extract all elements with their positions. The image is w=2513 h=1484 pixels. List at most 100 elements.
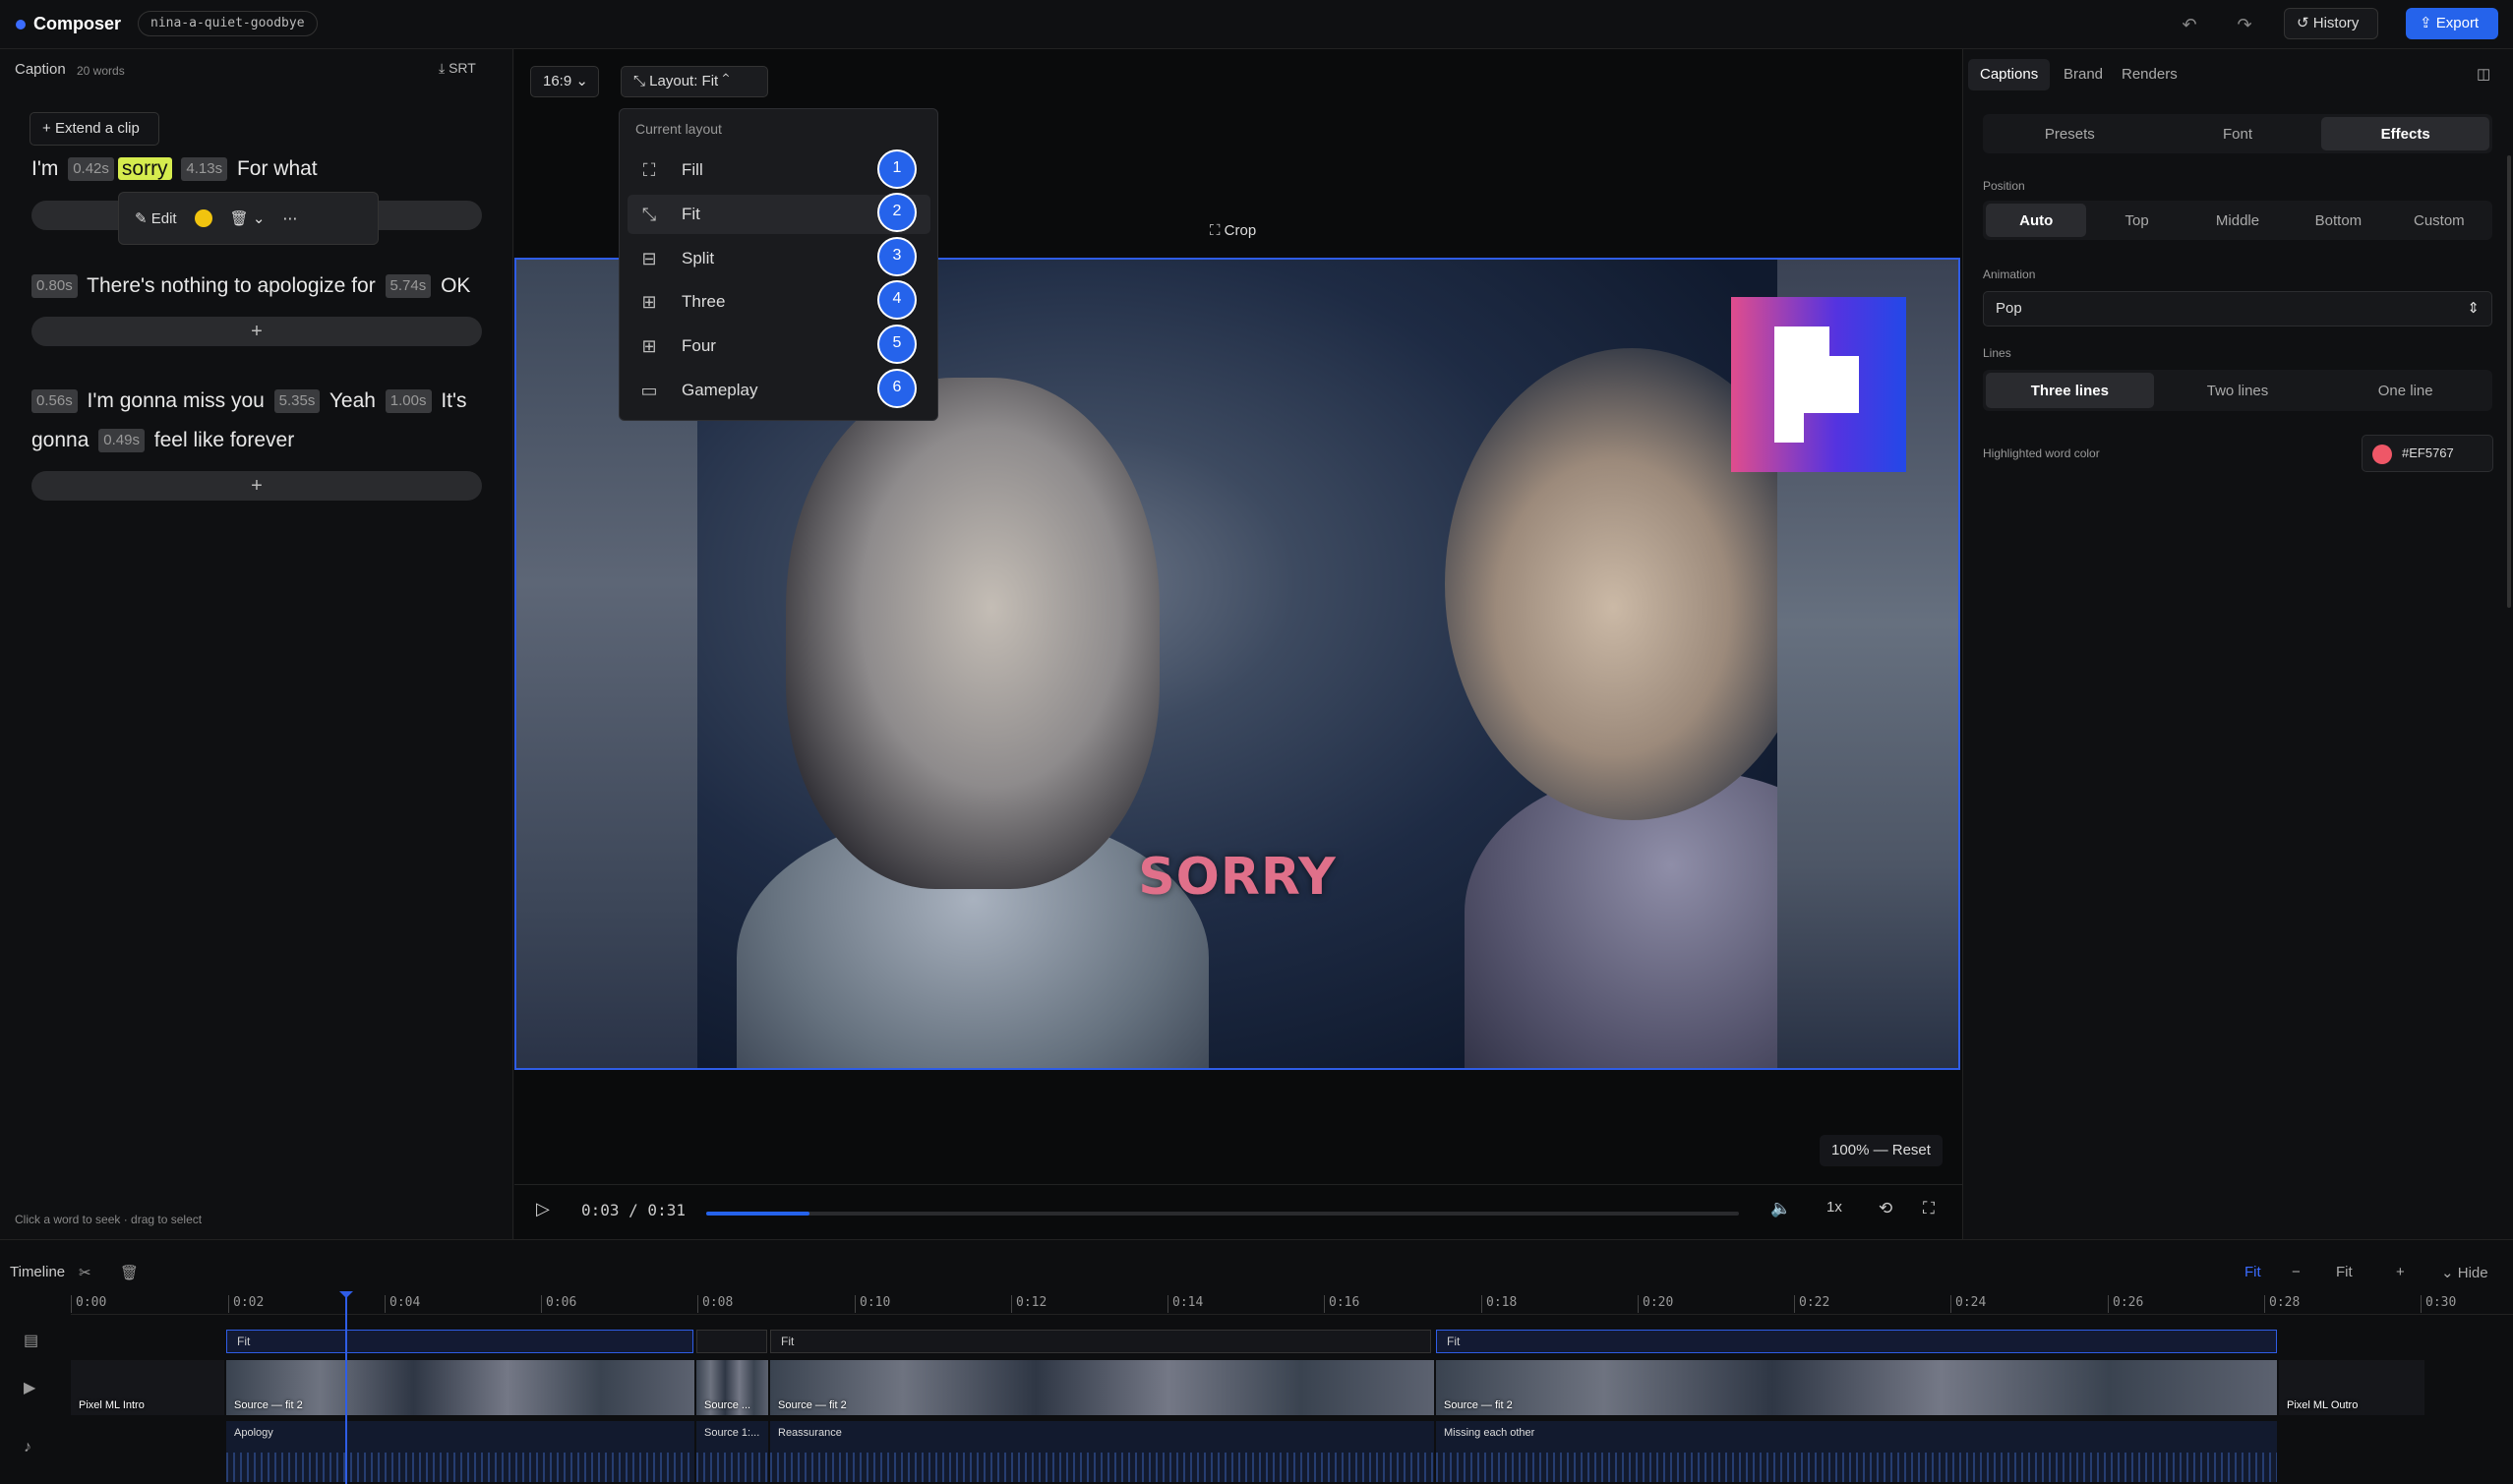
audio-label: Reassurance — [778, 1427, 842, 1439]
pause-chip[interactable]: 0.49s — [98, 429, 145, 453]
video-clip[interactable]: Pixel ML Intro — [71, 1360, 226, 1415]
video-clip[interactable]: Source — fit 2 — [770, 1360, 1436, 1415]
word-count: 20 words — [77, 64, 125, 78]
edit-label: Edit — [150, 210, 177, 227]
pause-chip[interactable]: 1.00s — [385, 389, 432, 414]
option-label: Fit — [682, 205, 700, 223]
tick: 0:24 — [1950, 1295, 1986, 1313]
panel-scrollbar[interactable] — [2507, 155, 2511, 608]
caption-word[interactable]: OK — [441, 274, 470, 297]
animation-value: Pop — [1996, 300, 2022, 317]
speed-button[interactable]: 1x — [1826, 1199, 1842, 1216]
zoom-reset-button[interactable]: 100% — Reset — [1820, 1135, 1943, 1166]
fit-zoom-button[interactable]: Fit — [2244, 1264, 2261, 1280]
waveform — [226, 1453, 694, 1482]
edit-button[interactable]: ✎ Edit — [135, 209, 177, 227]
layout-segment[interactable]: Fit — [226, 1330, 693, 1353]
position-middle[interactable]: Middle — [2187, 204, 2288, 237]
audio-clip[interactable]: Apology — [226, 1421, 696, 1482]
pause-chip[interactable]: 4.13s — [181, 157, 228, 182]
caption-word[interactable]: For what — [237, 157, 318, 180]
zoom-fit-label[interactable]: Fit — [2336, 1264, 2353, 1280]
scissors-icon[interactable]: ✂ — [79, 1264, 91, 1281]
layout-segment[interactable]: Fit — [770, 1330, 1431, 1353]
subtab-effects[interactable]: Effects — [2321, 117, 2490, 150]
delete-icon[interactable]: 🗑 ⌄ — [230, 209, 266, 227]
undo-icon[interactable]: ↶ — [2176, 12, 2203, 37]
animation-select[interactable]: Pop ⇕ — [1983, 291, 2492, 326]
zoom-out-icon[interactable]: − — [2292, 1264, 2301, 1280]
audio-clip[interactable]: Missing each other — [1436, 1421, 2279, 1482]
audio-clip[interactable]: Reassurance — [770, 1421, 1436, 1482]
caption-word[interactable]: feel like forever — [154, 429, 294, 451]
tab-renders[interactable]: Renders — [2110, 59, 2189, 90]
add-line-button[interactable]: + — [31, 317, 482, 346]
tab-captions[interactable]: Captions — [1968, 59, 2051, 90]
caption-word[interactable]: I'm gonna miss you — [88, 389, 265, 412]
position-top[interactable]: Top — [2086, 204, 2186, 237]
video-clip[interactable]: Pixel ML Outro — [2279, 1360, 2426, 1415]
collapse-panel-icon[interactable]: ◫ — [2477, 59, 2490, 90]
tick: 0:30 — [2421, 1295, 2456, 1313]
lines-two[interactable]: Two lines — [2154, 373, 2322, 408]
audio-clip[interactable]: Source 1:... — [696, 1421, 770, 1482]
history-button[interactable]: ↺ History — [2284, 8, 2378, 39]
caption-word-selected[interactable]: sorry — [117, 157, 172, 180]
time-ruler[interactable]: 0:00 0:02 0:04 0:06 0:08 0:10 0:12 0:14 … — [71, 1291, 2513, 1315]
video-clip[interactable]: Source — fit 2 — [226, 1360, 696, 1415]
waveform — [696, 1453, 768, 1482]
project-name-chip[interactable]: nina-a-quiet-goodbye — [138, 11, 318, 36]
pause-chip[interactable]: 5.74s — [385, 274, 432, 299]
loop-icon[interactable]: ⟲ — [1879, 1199, 1892, 1218]
position-custom[interactable]: Custom — [2389, 204, 2489, 237]
tab-brand[interactable]: Brand — [2052, 59, 2115, 90]
caption-word[interactable]: There's nothing to apologize for — [87, 274, 376, 297]
export-button[interactable]: ⇪ Export — [2406, 8, 2498, 39]
play-icon[interactable]: ▷ — [536, 1199, 550, 1219]
aspect-ratio-select[interactable]: 16:9 ⌄ — [530, 66, 599, 97]
caption-word[interactable]: I'm — [31, 157, 58, 180]
highlight-color-picker[interactable]: #EF5767 — [2362, 435, 2493, 472]
video-clip[interactable]: Source ... — [696, 1360, 770, 1415]
caption-word[interactable]: Yeah — [329, 389, 376, 412]
highlight-color-dot[interactable] — [194, 209, 212, 227]
layout-segment[interactable] — [696, 1330, 767, 1353]
pause-chip[interactable]: 0.56s — [31, 389, 78, 414]
layout-segment[interactable]: Fit — [1436, 1330, 2277, 1353]
trash-icon[interactable]: 🗑 — [120, 1264, 139, 1281]
pause-chip[interactable]: 0.80s — [31, 274, 78, 299]
scrubber[interactable] — [706, 1212, 1739, 1216]
pause-chip[interactable]: 5.35s — [273, 389, 321, 414]
position-auto[interactable]: Auto — [1986, 204, 2087, 237]
more-icon[interactable]: ⋯ — [282, 209, 297, 227]
subtab-presets[interactable]: Presets — [1986, 117, 2154, 150]
hide-timeline-button[interactable]: ⌄ Hide — [2441, 1264, 2488, 1281]
extend-clip-button[interactable]: + Extend a clip — [30, 112, 159, 146]
clip-label: Pixel ML Intro — [79, 1399, 145, 1411]
subtab-font[interactable]: Font — [2154, 117, 2322, 150]
fullscreen-icon[interactable]: ⛶ — [1923, 1199, 1935, 1218]
brand-watermark-logo[interactable] — [1731, 297, 1906, 472]
volume-icon[interactable]: 🔈 — [1770, 1199, 1791, 1218]
zoom-in-icon[interactable]: + — [2396, 1264, 2405, 1280]
crop-button[interactable]: ⛶ Crop — [1210, 222, 1256, 239]
lines-label: Lines — [1983, 346, 2011, 360]
srt-download-button[interactable]: ⤓ SRT — [439, 60, 476, 77]
split-icon: ⊟ — [641, 249, 657, 268]
caption-word[interactable]: gonna — [31, 429, 89, 451]
caption-word[interactable]: It's — [441, 389, 466, 412]
add-line-button[interactable]: + — [31, 471, 482, 501]
playhead[interactable] — [339, 1291, 353, 1484]
tick: 0:06 — [541, 1295, 576, 1313]
lines-three[interactable]: Three lines — [1986, 373, 2154, 408]
audio-label: Apology — [234, 1427, 273, 1439]
shortcut-badge: 5 — [877, 325, 917, 364]
position-bottom[interactable]: Bottom — [2288, 204, 2388, 237]
position-selector: Auto Top Middle Bottom Custom — [1983, 201, 2492, 240]
redo-icon[interactable]: ↷ — [2231, 12, 2258, 37]
pause-chip[interactable]: 0.42s — [68, 157, 114, 182]
plus-icon: + — [42, 120, 55, 137]
layout-button[interactable]: ⤡ Layout: Fit ⌃ — [621, 66, 768, 97]
video-clip[interactable]: Source — fit 2 — [1436, 1360, 2279, 1415]
lines-one[interactable]: One line — [2321, 373, 2489, 408]
